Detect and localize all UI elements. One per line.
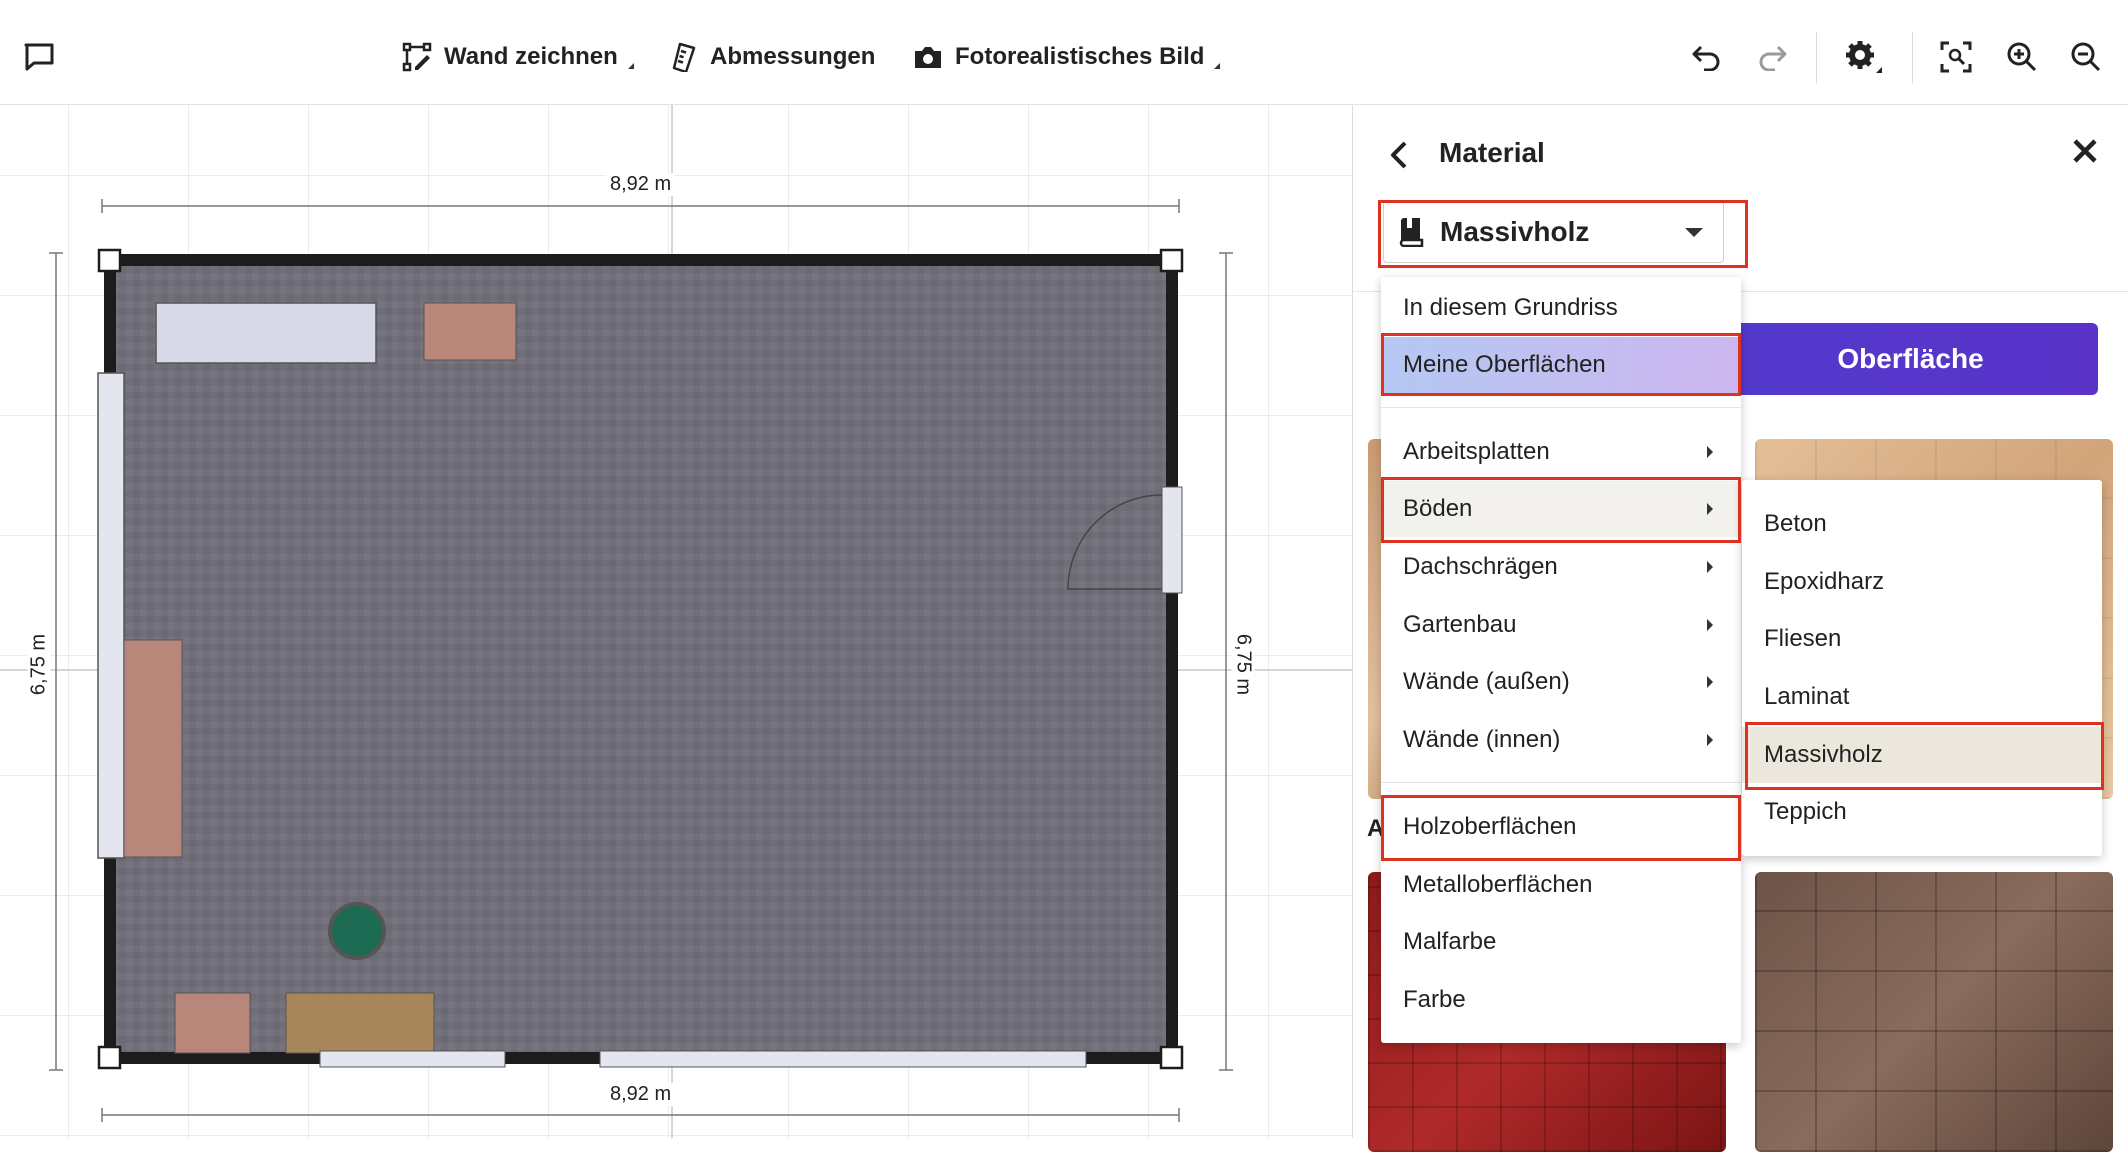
submenu-item-laminat[interactable]: Laminat	[1742, 669, 2102, 725]
submenu-item-label: Teppich	[1764, 798, 1847, 825]
menu-divider	[1381, 782, 1741, 783]
menu-item-label: Gartenbau	[1403, 611, 1517, 638]
menu-item-label: Dachschrägen	[1403, 553, 1558, 580]
ruler-icon	[672, 42, 696, 72]
desk[interactable]	[285, 992, 435, 1054]
submenu-item-teppich[interactable]: Teppich	[1742, 784, 2102, 840]
side-table[interactable]	[423, 302, 517, 361]
dresser[interactable]	[123, 639, 183, 858]
submenu-item-massivholz[interactable]: Massivholz	[1742, 727, 2102, 783]
submenu-arrow-icon	[1707, 446, 1713, 458]
corner-handle[interactable]	[1159, 1045, 1184, 1070]
menu-item-label: Wände (innen)	[1403, 726, 1561, 753]
submenu-arrow-icon	[1707, 561, 1713, 573]
window-right[interactable]	[1161, 486, 1183, 594]
menu-item-label: Böden	[1403, 495, 1473, 522]
zoom-fit-icon[interactable]	[1932, 33, 1980, 81]
menu-item-label: Metalloberflächen	[1403, 871, 1593, 898]
dimension-bottom-label: 8,92 m	[606, 1083, 676, 1106]
draw-wall-caret-icon	[627, 63, 634, 69]
dimension-left	[49, 252, 63, 1071]
menu-item-label: Wände (außen)	[1403, 668, 1570, 695]
menu-item-gartenbau[interactable]: Gartenbau	[1381, 597, 1741, 653]
menu-item-farbe[interactable]: Farbe	[1381, 972, 1741, 1028]
submenu-item-beton[interactable]: Beton	[1742, 496, 2102, 552]
submenu-item-label: Fliesen	[1764, 625, 1842, 652]
submenu-item-label: Beton	[1764, 510, 1827, 537]
submenu-arrow-icon	[1707, 676, 1713, 688]
menu-item-holzoberflaechen[interactable]: Holzoberflächen	[1381, 799, 1741, 855]
material-swatch[interactable]	[1755, 872, 2113, 1152]
menu-item-label: Meine Oberflächen	[1403, 351, 1606, 378]
dimensions-label: Abmessungen	[710, 43, 876, 70]
submenu-item-fliesen[interactable]: Fliesen	[1742, 611, 2102, 667]
menu-item-arbeitsplatten[interactable]: Arbeitsplatten	[1381, 424, 1741, 480]
menu-item-waende-aussen[interactable]: Wände (außen)	[1381, 654, 1741, 710]
submenu-arrow-icon	[1707, 734, 1713, 746]
flooring-submenu: Beton Epoxidharz Fliesen Laminat Massivh…	[1742, 480, 2102, 856]
new-surface-label: Oberfläche	[1837, 343, 1984, 374]
dimensions-button[interactable]: Abmessungen	[672, 10, 875, 104]
menu-item-metalloberflaechen[interactable]: Metalloberflächen	[1381, 857, 1741, 913]
panel-title: Material	[1439, 137, 1545, 168]
menu-item-label: Malfarbe	[1403, 928, 1497, 955]
submenu-arrow-icon	[1707, 619, 1713, 631]
submenu-item-label: Laminat	[1764, 683, 1850, 710]
catalog-book-icon	[1399, 218, 1424, 247]
window-bottom-left[interactable]	[319, 1050, 506, 1068]
corner-handle[interactable]	[1159, 248, 1184, 273]
camera-icon	[915, 47, 941, 68]
menu-item-malfarbe[interactable]: Malfarbe	[1381, 914, 1741, 970]
menu-item-label: In diesem Grundriss	[1403, 294, 1618, 321]
corner-handle[interactable]	[97, 1045, 122, 1070]
photo-render-caret-icon	[1214, 63, 1221, 69]
redo-icon[interactable]	[1748, 33, 1796, 81]
material-category-value: Massivholz	[1440, 216, 1590, 247]
sofa[interactable]	[155, 302, 377, 364]
dimension-right-label: 6,75 m	[1231, 629, 1255, 700]
dimension-top-label: 8,92 m	[606, 173, 676, 196]
room-floor[interactable]	[110, 260, 1172, 1058]
dimension-top	[101, 199, 1180, 213]
toolbar-divider	[1816, 32, 1817, 84]
material-category-select[interactable]: Massivholz	[1383, 201, 1724, 263]
small-table[interactable]	[174, 992, 251, 1054]
submenu-item-epoxidharz[interactable]: Epoxidharz	[1742, 554, 2102, 610]
submenu-arrow-icon	[1707, 503, 1713, 515]
menu-item-label: Arbeitsplatten	[1403, 438, 1550, 465]
menu-item-meine-oberflaechen[interactable]: Meine Oberflächen	[1381, 337, 1741, 393]
dimension-left-label: 6,75 m	[27, 629, 51, 700]
corner-handle[interactable]	[97, 248, 122, 273]
menu-item-dachschraegen[interactable]: Dachschrägen	[1381, 539, 1741, 595]
draw-wall-label: Wand zeichnen	[444, 43, 618, 70]
menu-item-in-diesem-grundriss[interactable]: In diesem Grundriss	[1381, 280, 1741, 336]
comment-icon[interactable]	[15, 33, 63, 81]
menu-item-label: Farbe	[1403, 986, 1466, 1013]
menu-item-label: Holzoberflächen	[1403, 813, 1577, 840]
category-dropdown-menu: In diesem Grundriss Meine Oberflächen Ar…	[1381, 277, 1741, 1043]
toolbar-divider	[1912, 32, 1913, 84]
window-bottom-right[interactable]	[599, 1050, 1087, 1068]
draw-wall-icon	[402, 42, 432, 72]
menu-item-boeden[interactable]: Böden	[1381, 481, 1741, 537]
zoom-in-icon[interactable]	[1998, 33, 2046, 81]
undo-icon[interactable]	[1683, 33, 1731, 81]
back-chevron-icon[interactable]	[1383, 135, 1419, 175]
zoom-out-icon[interactable]	[2062, 33, 2110, 81]
photo-render-button[interactable]: Fotorealistisches Bild	[913, 10, 1221, 104]
submenu-item-label: Massivholz	[1764, 741, 1883, 768]
floor-plan-canvas[interactable]: 8,92 m 8,92 m 6,75 m 6,75 m	[0, 105, 1352, 1138]
menu-item-waende-innen[interactable]: Wände (innen)	[1381, 712, 1741, 768]
plant[interactable]	[328, 902, 386, 960]
settings-gear-icon[interactable]	[1840, 33, 1888, 81]
photo-render-label: Fotorealistisches Bild	[955, 43, 1205, 70]
submenu-item-label: Epoxidharz	[1764, 568, 1885, 595]
draw-wall-button[interactable]: Wand zeichnen	[402, 10, 634, 104]
dropdown-caret-icon	[1685, 228, 1703, 237]
menu-divider	[1381, 407, 1741, 408]
wall-cabinet-left[interactable]	[97, 372, 125, 859]
toolbar: Wand zeichnen Abmessungen Fotorealistisc…	[0, 10, 2128, 105]
close-icon[interactable]	[2067, 133, 2103, 169]
dimension-bottom	[101, 1108, 1180, 1122]
